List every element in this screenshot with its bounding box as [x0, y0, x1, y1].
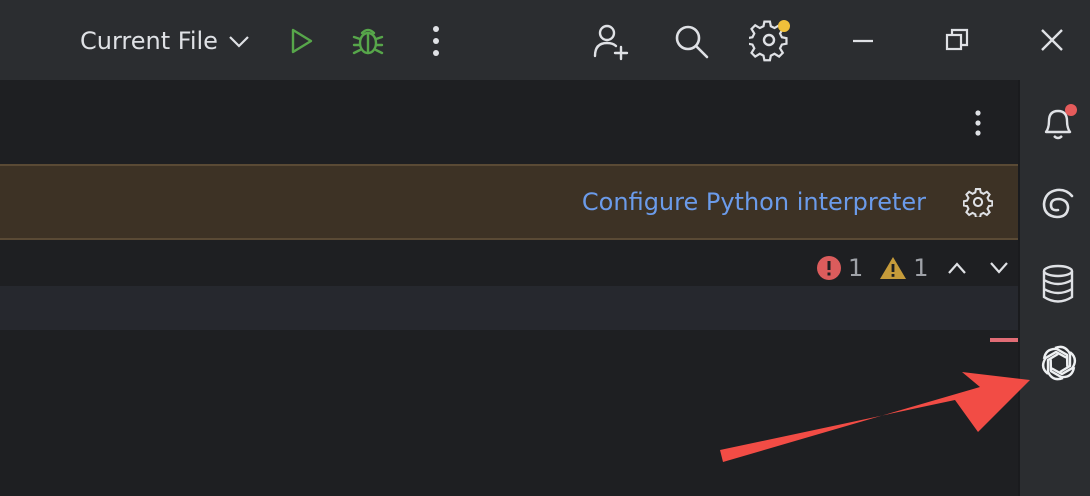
run-configuration-label: Current File [80, 27, 218, 55]
editor-tab-row [0, 80, 1018, 164]
configure-interpreter-link[interactable]: Configure Python interpreter [582, 188, 926, 216]
close-icon[interactable] [1036, 24, 1068, 56]
warnings-count: 1 [913, 254, 929, 282]
warning-icon [880, 257, 907, 279]
previous-highlight-icon[interactable] [947, 261, 967, 275]
settings-icon[interactable] [748, 18, 794, 62]
editor-more-icon[interactable] [966, 106, 990, 140]
next-highlight-icon[interactable] [989, 261, 1009, 275]
search-icon[interactable] [670, 20, 712, 62]
debug-icon[interactable] [349, 22, 387, 60]
database-icon[interactable] [1036, 262, 1080, 306]
run-configuration-selector[interactable]: Current File [80, 22, 250, 60]
chevron-down-icon [228, 27, 250, 55]
title-bar: Current File [0, 0, 1090, 80]
more-vertical-icon[interactable] [424, 22, 448, 60]
chatgpt-icon[interactable] [1036, 340, 1082, 386]
ai-assistant-icon[interactable] [1036, 182, 1080, 226]
errors-counter[interactable]: 1 [816, 254, 863, 282]
error-stripe-marker[interactable] [990, 338, 1018, 342]
error-icon [817, 256, 841, 280]
run-icon[interactable] [284, 24, 318, 58]
add-user-icon[interactable] [590, 20, 632, 62]
current-line-highlight [0, 286, 1018, 330]
errors-count: 1 [848, 254, 864, 282]
notifications-icon[interactable] [1036, 100, 1080, 144]
inspections-widget: 1 1 [800, 246, 1018, 290]
banner-settings-icon[interactable] [962, 186, 994, 218]
warnings-counter[interactable]: 1 [879, 254, 929, 282]
restore-icon[interactable] [942, 24, 972, 56]
minimize-icon[interactable] [848, 26, 878, 56]
interpreter-warning-banner: Configure Python interpreter [0, 164, 1018, 240]
